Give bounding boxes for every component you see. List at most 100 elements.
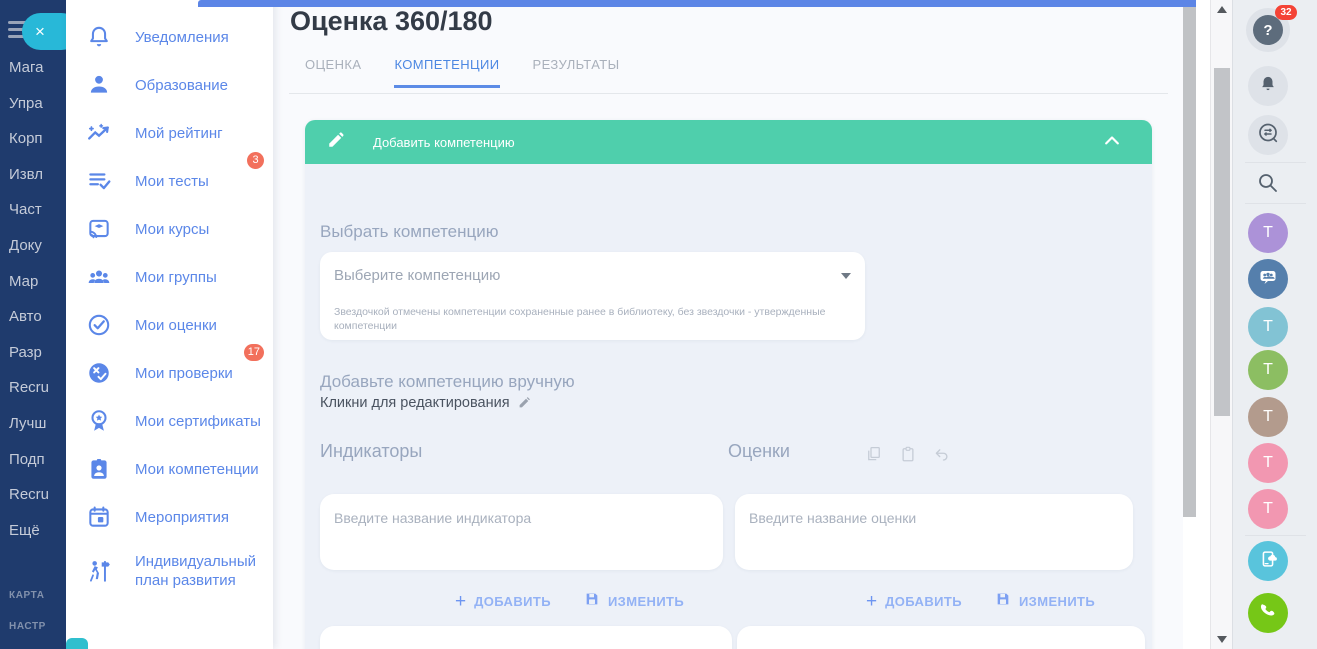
rail-item[interactable]: Част [9,192,66,228]
rail-item[interactable]: Ещё [9,513,66,549]
grades-icon [85,312,113,338]
edit-indicator-button[interactable]: ИЗМЕНИТЬ [584,591,684,612]
menu-panel: Уведомления Образование Мой рейтинг 3 Мо… [66,0,273,649]
rail-item[interactable]: Recru [9,477,66,513]
menu-item-label: Индивидуальный план развития [135,552,273,590]
chevron-up-icon[interactable] [1102,132,1122,153]
indicator-input-wrap [320,494,723,570]
add-competency-header[interactable]: Добавить компетенцию [305,120,1152,164]
calendar-icon [85,504,113,530]
select-placeholder: Выберите компетенцию [334,267,500,284]
menu-item-my-rating[interactable]: Мой рейтинг [66,109,273,157]
indicators-list[interactable] [320,626,732,649]
rail-item[interactable]: Доку [9,228,66,264]
rail-item[interactable]: Recru [9,370,66,406]
close-icon: × [35,22,45,41]
tests-icon [85,168,113,194]
rail-item[interactable]: Извл [9,157,66,193]
checks-icon [85,360,113,386]
card-header-title: Добавить компетенцию [373,135,515,150]
tab-ocenka[interactable]: ОЦЕНКА [305,57,361,88]
tab-kompetencii[interactable]: КОМПЕТЕНЦИИ [394,57,499,88]
rail-item[interactable]: Мар [9,264,66,300]
menu-item-my-grades[interactable]: Мои оценки [66,301,273,349]
rail-item[interactable]: Авто [9,299,66,335]
rail-item[interactable]: Упра [9,86,66,122]
page-title: Оценка 360/180 [290,6,493,37]
add-competency-card: Добавить компетенцию Выбрать компетенцию… [305,120,1152,649]
scroll-up-arrow[interactable] [1217,6,1227,13]
menu-item-my-checks[interactable]: 17 Мои проверки [66,349,273,397]
edit-pencil-icon [518,396,531,413]
menu-item-my-certificates[interactable]: Мои сертификаты [66,397,273,445]
app-window: Мага Упра Корп Извл Част Доку Мар Авто Р… [0,0,1317,649]
avatar-letter: Т [1263,318,1273,336]
add-indicator-button[interactable]: + ДОБАВИТЬ [455,592,551,611]
pencil-icon [327,131,345,154]
menu-item-my-tests[interactable]: 3 Мои тесты [66,157,273,205]
avatar[interactable]: Т [1248,397,1288,437]
copy-icon[interactable] [865,445,883,468]
tests-badge: 3 [247,152,264,169]
avatar-letter: Т [1263,408,1273,426]
menu-item-my-competencies[interactable]: Мои компетенции [66,445,273,493]
window-scrollbar-thumb[interactable] [1214,68,1230,416]
tab-rezultaty[interactable]: РЕЗУЛЬТАТЫ [533,57,620,88]
clipboard-toolbar [865,445,951,468]
rail-item[interactable]: Лучш [9,406,66,442]
menu-item-events[interactable]: Мероприятия [66,493,273,541]
groups-icon [85,264,113,290]
idp-icon [85,558,113,584]
help-badge: 32 [1275,5,1297,20]
search-button[interactable] [1255,172,1281,198]
competency-icon [85,456,113,482]
grades-list[interactable] [737,626,1145,649]
device-sync-button[interactable] [1248,541,1288,581]
window-scrollbar-track[interactable] [1210,0,1232,649]
edit-grade-button[interactable]: ИЗМЕНИТЬ [995,591,1095,612]
indicator-buttons: + ДОБАВИТЬ ИЗМЕНИТЬ [455,591,684,612]
inner-scrollbar-thumb[interactable] [1183,3,1196,517]
rail-item-nastr[interactable]: НАСТР [9,611,46,642]
chat-button[interactable] [1248,115,1288,155]
avatar[interactable]: Т [1248,489,1288,529]
indicator-name-input[interactable] [320,494,723,570]
add-grade-button[interactable]: + ДОБАВИТЬ [866,592,962,611]
scroll-down-arrow[interactable] [1217,636,1227,643]
competency-select[interactable]: Выберите компетенцию Звездочкой отмечены… [320,252,865,340]
avatar-letter: Т [1263,500,1273,518]
avatar[interactable]: Т [1248,350,1288,390]
menu-item-idp[interactable]: Индивидуальный план развития [66,541,273,601]
avatar[interactable]: Т [1248,443,1288,483]
call-button[interactable] [1248,593,1288,633]
menu-item-my-courses[interactable]: Мои курсы [66,205,273,253]
notifications-button[interactable] [1248,66,1288,106]
rail-item-karta[interactable]: КАРТА [9,580,46,611]
rail-item[interactable]: Подп [9,442,66,478]
plus-icon: + [866,592,877,611]
avatar[interactable]: Т [1248,213,1288,253]
floating-action-button[interactable] [66,638,88,649]
inner-scrollbar-track[interactable] [1183,0,1210,649]
menu-item-notifications[interactable]: Уведомления [66,13,273,61]
paste-icon[interactable] [899,445,917,468]
grades-title: Оценки [728,441,790,462]
avatar[interactable]: Т [1248,307,1288,347]
checks-badge: 17 [244,344,264,361]
menu-item-my-groups[interactable]: Мои группы [66,253,273,301]
grade-name-input[interactable] [735,494,1133,570]
menu-item-education[interactable]: Образование [66,61,273,109]
rail-divider [1245,535,1306,536]
tabs-divider [289,93,1168,94]
search-icon [1256,171,1280,200]
bell-icon [1258,74,1278,99]
rail-item[interactable]: Корп [9,121,66,157]
rail-item[interactable]: Мага [9,50,66,86]
undo-icon[interactable] [933,445,951,468]
group-chat-button[interactable] [1248,259,1288,299]
menu-item-label: Мой рейтинг [135,124,223,143]
menu-item-label: Мероприятия [135,508,229,527]
menu-item-label: Уведомления [135,28,229,47]
rail-item[interactable]: Разр [9,335,66,371]
manual-edit-field[interactable]: Кликни для редактирования [320,395,531,413]
